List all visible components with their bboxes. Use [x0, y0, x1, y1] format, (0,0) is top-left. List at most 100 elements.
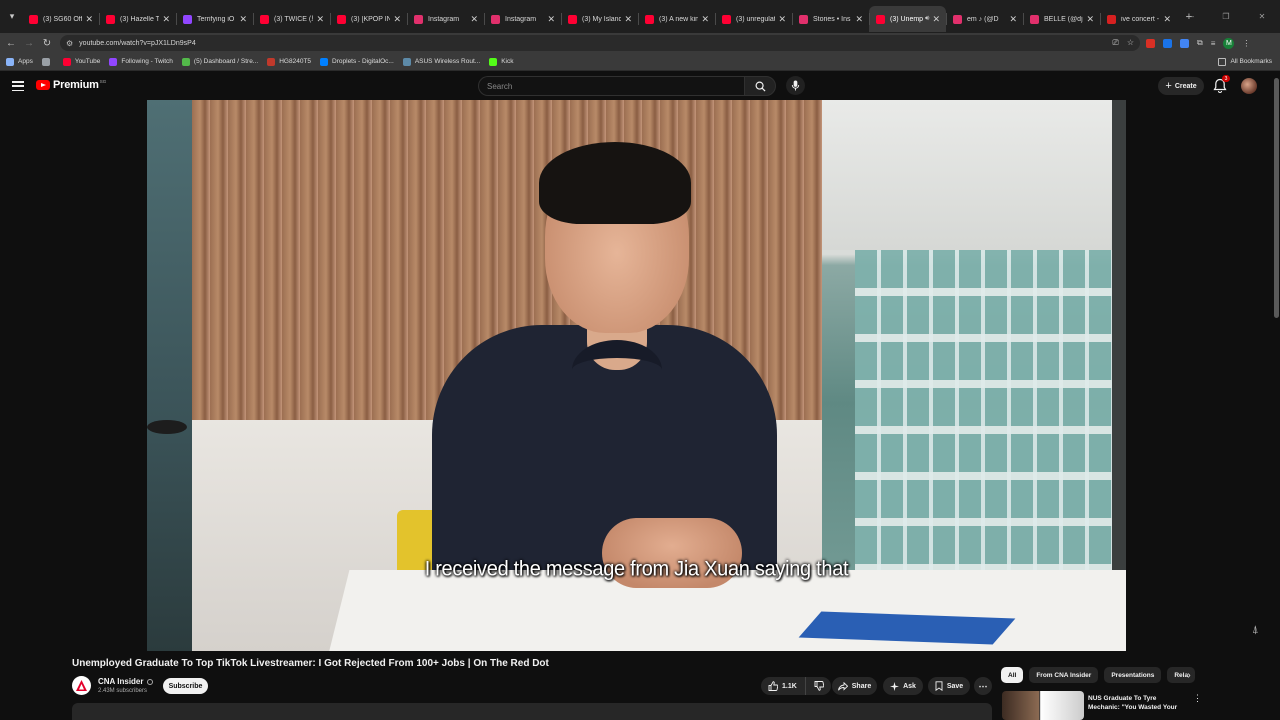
filter-chip[interactable]: All — [1001, 667, 1024, 683]
browser-tab[interactable]: Terrifying iO - T✕ — [176, 6, 253, 32]
tab-close-icon[interactable]: ✕ — [316, 14, 324, 25]
tab-favicon-icon — [183, 14, 192, 24]
search-button[interactable] — [744, 76, 776, 96]
tab-favicon-icon — [29, 14, 38, 24]
browser-tab[interactable]: (3) My Island H✕ — [561, 6, 638, 32]
tab-search-button[interactable]: ▾ — [2, 7, 22, 27]
subscribe-button[interactable]: Subscribe — [163, 678, 208, 694]
recommendation-menu-icon[interactable]: ⋮ — [1193, 693, 1202, 704]
all-bookmarks-button[interactable]: All Bookmarks — [1218, 57, 1272, 66]
share-button[interactable]: Share — [832, 677, 877, 695]
save-button[interactable]: Save — [928, 677, 970, 695]
tab-title: BELLE (@djbel — [1044, 15, 1083, 23]
browser-tab[interactable]: Instagram ✕ — [484, 6, 561, 32]
forward-button[interactable]: → — [20, 38, 38, 49]
browser-tab[interactable]: (3) unregulated✕ — [715, 6, 792, 32]
video-title: Unemployed Graduate To Top TikTok Livest… — [72, 658, 549, 669]
dislike-button[interactable] — [806, 681, 831, 691]
bookmark-item[interactable]: (5) Dashboard / Stre... — [181, 57, 258, 66]
browser-tab[interactable]: em ♪ (@D ✕ — [946, 6, 1023, 32]
tab-close-icon[interactable]: ✕ — [239, 14, 247, 25]
browser-tab[interactable]: ive concert - V✕ — [1100, 6, 1177, 32]
tab-close-icon[interactable]: ✕ — [1163, 14, 1171, 25]
tab-close-icon[interactable]: ✕ — [855, 14, 863, 25]
bookmark-item[interactable] — [41, 57, 54, 66]
ask-button[interactable]: Ask — [883, 677, 923, 695]
bookmark-item[interactable]: Apps — [6, 57, 33, 66]
back-button[interactable]: ← — [2, 38, 20, 49]
browser-tab[interactable]: (3) SG60 Officia✕ — [22, 6, 99, 32]
tab-close-icon[interactable]: ✕ — [393, 14, 401, 25]
address-bar[interactable]: ⚙ youtube.com/watch?v=pJX1LDn9sP4 ⎚ ☆ — [60, 35, 1140, 51]
reload-button[interactable]: ↻ — [38, 38, 56, 49]
minimize-button[interactable]: — — [1172, 12, 1208, 21]
browser-tab[interactable]: (3) [KPOP IN PU✕ — [330, 6, 407, 32]
account-avatar[interactable] — [1241, 78, 1257, 94]
channel-watermark-icon[interactable]: ⍋ — [1252, 624, 1259, 637]
more-actions-button[interactable]: ⋯ — [974, 677, 992, 695]
tab-audio-icon[interactable]: 🔊︎ — [925, 15, 929, 23]
tab-title: (3) [KPOP IN PU — [351, 15, 391, 23]
browser-tab[interactable]: (3) A new kind✕ — [638, 6, 715, 32]
video-frame-person — [572, 340, 662, 400]
tab-close-icon[interactable]: ✕ — [470, 14, 478, 25]
video-player[interactable]: I received the message from Jia Xuan say… — [147, 100, 1126, 651]
install-app-icon[interactable]: ⎚ — [1112, 38, 1118, 48]
like-dislike-group: 1.1K — [761, 677, 831, 695]
guide-menu-icon[interactable] — [12, 80, 24, 92]
profile-avatar[interactable]: M — [1223, 37, 1235, 49]
channel-avatar[interactable] — [72, 676, 91, 695]
scrollbar-thumb[interactable] — [1274, 78, 1279, 318]
channel-name-link[interactable]: CNA Insider — [98, 677, 153, 686]
tab-favicon-icon — [337, 14, 346, 24]
youtube-premium-logo[interactable]: Premium SG — [36, 79, 106, 91]
tab-close-icon[interactable]: ✕ — [1086, 14, 1094, 25]
chips-next-arrow-icon[interactable]: › — [1182, 667, 1196, 683]
browser-tab[interactable]: (3) Hazelle Tea✕ — [99, 6, 176, 32]
tab-close-icon[interactable]: ✕ — [701, 14, 709, 25]
tab-close-icon[interactable]: ✕ — [624, 14, 632, 25]
description-box[interactable] — [72, 703, 992, 720]
tab-close-icon[interactable]: ✕ — [547, 14, 555, 25]
bookmark-item[interactable]: ASUS Wireless Rout... — [402, 57, 481, 66]
filter-chip[interactable]: From CNA Insider — [1029, 667, 1099, 683]
bookmark-favicon-icon — [62, 57, 71, 66]
browser-tab[interactable]: Stories • Ins ✕ — [792, 6, 869, 32]
page-scrollbar[interactable] — [1273, 72, 1280, 720]
bookmark-item[interactable]: Following - Twitch — [109, 57, 173, 66]
tab-favicon-icon — [106, 14, 115, 24]
extensions-puzzle-icon[interactable]: ⧉ — [1197, 38, 1203, 48]
tab-favicon-icon — [876, 14, 885, 24]
filter-chip[interactable]: Presentations — [1104, 667, 1162, 683]
tab-close-icon[interactable]: ✕ — [85, 14, 93, 25]
tab-close-icon[interactable]: ✕ — [162, 14, 170, 25]
browser-tab[interactable]: (3) TWICE (트와✕ — [253, 6, 330, 32]
tab-favicon-icon — [799, 14, 808, 24]
extension-icon[interactable] — [1180, 38, 1189, 48]
restore-button[interactable]: ❐ — [1208, 12, 1244, 21]
tab-close-icon[interactable]: ✕ — [932, 14, 940, 25]
chrome-menu-icon[interactable]: ⋮ — [1242, 39, 1250, 48]
site-info-icon[interactable]: ⚙ — [66, 39, 73, 48]
bookmark-item[interactable]: Droplets - DigitalOc... — [320, 57, 394, 66]
recommendation-title[interactable]: NUS Graduate To Tyre Mechanic: "You Wast… — [1088, 694, 1180, 712]
extension-icon[interactable] — [1146, 38, 1155, 48]
tab-close-icon[interactable]: ✕ — [778, 14, 786, 25]
close-window-button[interactable]: ✕ — [1244, 12, 1280, 21]
bookmark-item[interactable]: Kick — [489, 57, 513, 66]
voice-search-button[interactable] — [786, 76, 805, 95]
browser-tab[interactable]: Instagram ✕ — [407, 6, 484, 32]
create-button[interactable]: + Create — [1158, 77, 1204, 95]
reading-list-icon[interactable]: ≡ — [1211, 39, 1216, 48]
search-input[interactable] — [478, 76, 744, 96]
browser-tab[interactable]: (3) Unempl 🔊︎ ✕ — [869, 6, 946, 32]
tab-close-icon[interactable]: ✕ — [1009, 14, 1017, 25]
browser-tab[interactable]: BELLE (@djbel✕ — [1023, 6, 1100, 32]
like-button[interactable]: 1.1K — [761, 677, 806, 695]
bookmark-item[interactable]: YouTube — [62, 57, 100, 66]
bookmark-item[interactable]: HG8240T5 — [267, 57, 311, 66]
recommendation-thumbnail[interactable] — [1002, 691, 1084, 720]
extension-icon[interactable] — [1163, 38, 1172, 48]
bookmark-star-icon[interactable]: ☆ — [1127, 38, 1134, 48]
bookmark-label: ASUS Wireless Rout... — [414, 58, 481, 65]
